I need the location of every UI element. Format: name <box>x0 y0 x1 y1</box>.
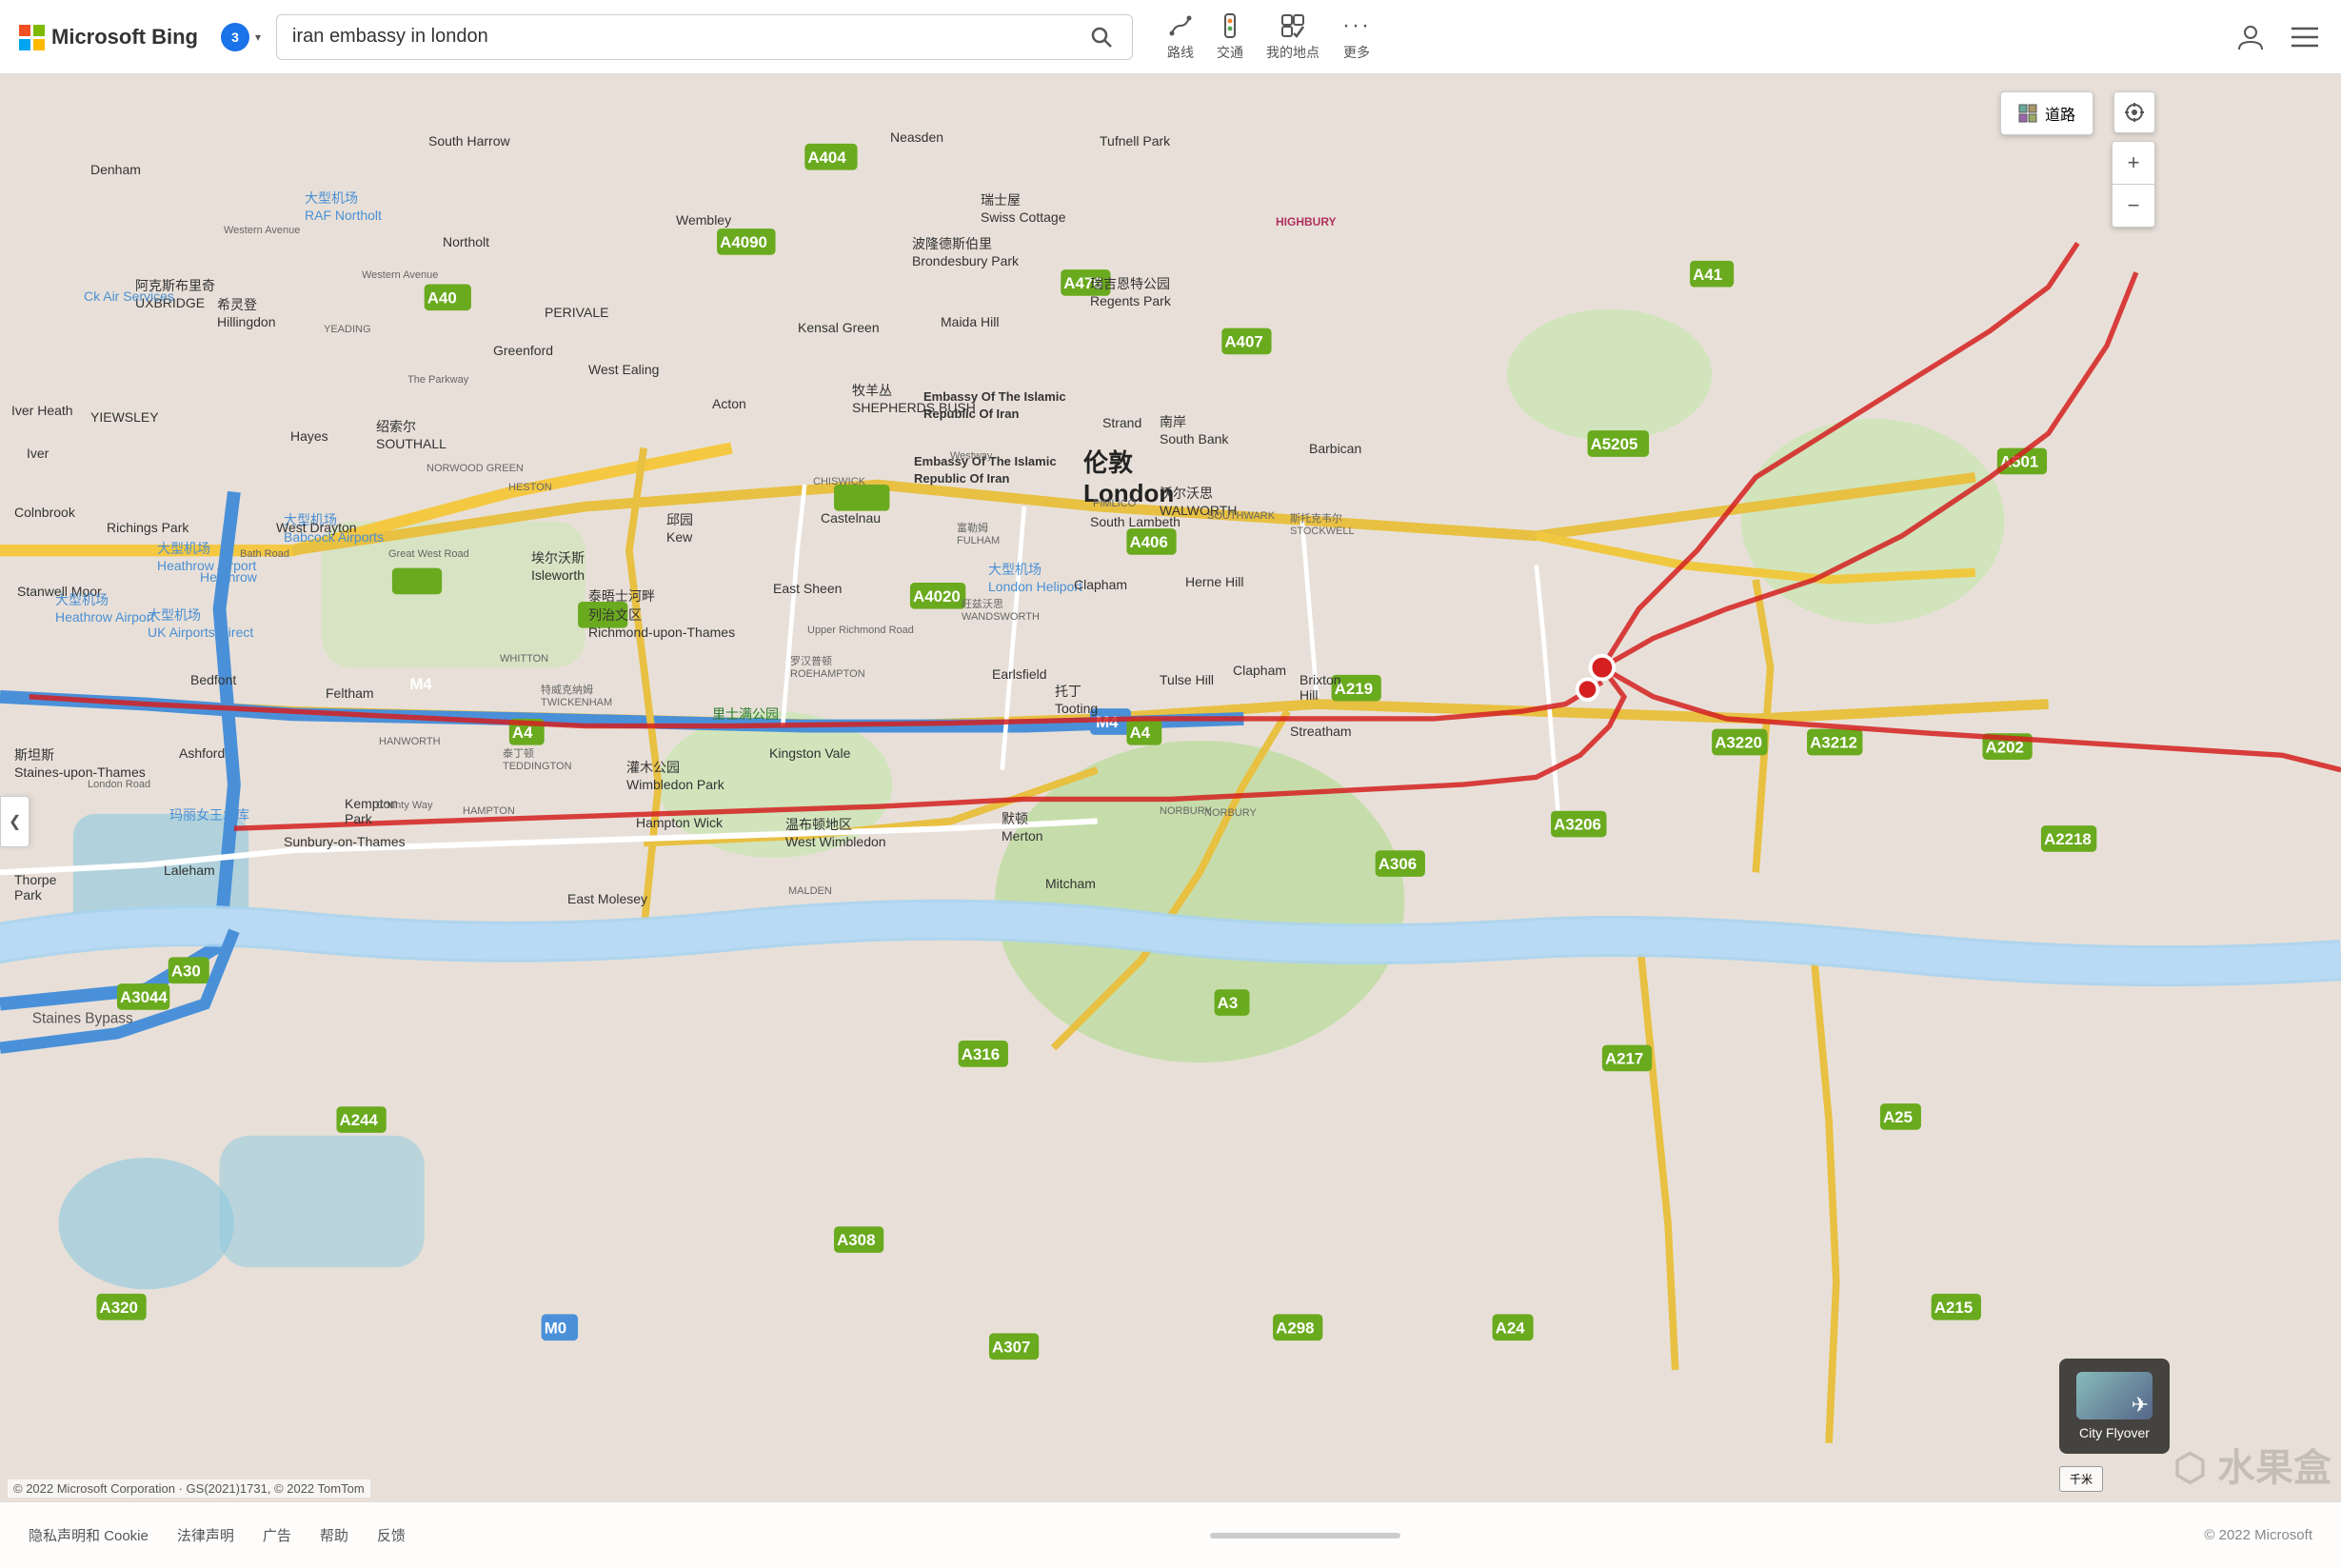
traffic-label: 交通 <box>1217 43 1243 62</box>
privacy-link[interactable]: 隐私声明和 Cookie <box>29 1525 149 1545</box>
map-type-label: 道路 <box>2045 102 2075 125</box>
svg-text:A3220: A3220 <box>1715 734 1762 752</box>
legal-link[interactable]: 法律声明 <box>177 1525 234 1545</box>
nav-routes[interactable]: 路线 <box>1167 12 1194 62</box>
svg-text:A5205: A5205 <box>1591 435 1638 453</box>
search-button[interactable] <box>1086 22 1117 52</box>
svg-text:A3212: A3212 <box>1810 734 1857 752</box>
svg-text:A24: A24 <box>1496 1319 1526 1337</box>
location-icon <box>2124 102 2145 123</box>
svg-text:A4090: A4090 <box>720 233 767 251</box>
myplaces-icon <box>1280 12 1306 39</box>
svg-text:A40: A40 <box>427 288 457 307</box>
svg-text:A308: A308 <box>837 1231 875 1249</box>
nav-traffic[interactable]: 交通 <box>1217 12 1243 62</box>
svg-text:A30: A30 <box>171 962 201 980</box>
svg-text:A215: A215 <box>1934 1299 1973 1317</box>
svg-text:A219: A219 <box>1335 680 1373 698</box>
svg-text:A476: A476 <box>1063 274 1101 292</box>
ads-link[interactable]: 广告 <box>263 1525 291 1545</box>
map-container[interactable]: M4 M25 M4 A404 A4090 <box>0 74 2341 1568</box>
svg-text:A3: A3 <box>1218 994 1239 1012</box>
svg-text:M0: M0 <box>545 1319 566 1337</box>
zoom-in-button[interactable]: + <box>2113 142 2154 184</box>
map-type-button[interactable]: 道路 <box>2000 91 2093 135</box>
bottom-links: 隐私声明和 Cookie 法律声明 广告 帮助 反馈 <box>29 1525 406 1545</box>
traffic-icon <box>1217 12 1243 39</box>
svg-text:A41: A41 <box>1693 266 1722 284</box>
bottom-center <box>406 1533 2204 1538</box>
search-input[interactable] <box>292 26 1077 48</box>
map-copyright: © 2022 Microsoft Corporation · GS(2021)1… <box>8 1479 370 1498</box>
myplaces-label: 我的地点 <box>1266 43 1319 62</box>
routes-icon <box>1167 12 1194 39</box>
bottom-bar: 隐私声明和 Cookie 法律声明 广告 帮助 反馈 © 2022 Micros… <box>0 1501 2341 1568</box>
user-button[interactable] <box>2232 19 2269 55</box>
feedback-link[interactable]: 反馈 <box>377 1525 406 1545</box>
help-link[interactable]: 帮助 <box>320 1525 348 1545</box>
city-flyover-button[interactable]: ✈ City Flyover <box>2059 1359 2170 1454</box>
svg-text:Staines Bypass: Staines Bypass <box>32 1011 133 1027</box>
svg-text:A25: A25 <box>1883 1108 1913 1126</box>
map-type-icon <box>2018 104 2037 123</box>
svg-text:A2218: A2218 <box>2044 830 2092 848</box>
bing-logo-text: Microsoft Bing <box>51 25 198 50</box>
svg-text:A406: A406 <box>1129 533 1167 551</box>
scale-indicator: 千米 <box>2059 1466 2103 1492</box>
header-right <box>2232 19 2322 55</box>
search-box <box>276 14 1133 60</box>
hamburger-icon <box>2291 27 2318 48</box>
svg-text:A3044: A3044 <box>120 988 168 1006</box>
svg-text:A307: A307 <box>992 1338 1030 1356</box>
svg-text:A306: A306 <box>1379 855 1417 873</box>
menu-button[interactable] <box>2288 23 2322 51</box>
more-dots-icon: ··· <box>1342 12 1371 39</box>
svg-text:A407: A407 <box>1224 333 1262 351</box>
svg-text:A4020: A4020 <box>913 587 961 605</box>
user-icon <box>2236 23 2265 51</box>
map-svg: M4 M25 M4 A404 A4090 <box>0 74 2341 1568</box>
svg-text:A404: A404 <box>807 149 846 167</box>
svg-text:M4: M4 <box>409 675 432 693</box>
svg-text:M4: M4 <box>1096 713 1119 731</box>
nav-myplaces[interactable]: 我的地点 <box>1266 12 1319 62</box>
svg-text:A244: A244 <box>340 1111 379 1129</box>
routes-label: 路线 <box>1167 43 1194 62</box>
zoom-out-button[interactable]: − <box>2113 185 2154 227</box>
location-button[interactable] <box>2113 91 2155 133</box>
svg-text:A298: A298 <box>1276 1319 1314 1337</box>
tab-arrow-icon[interactable]: ▾ <box>255 30 261 44</box>
bottom-copyright: © 2022 Microsoft <box>2204 1527 2312 1543</box>
header: Microsoft Bing 3 ▾ 路线 <box>0 0 2341 74</box>
svg-text:A4: A4 <box>1129 724 1150 742</box>
tab-indicator[interactable]: 3 ▾ <box>221 23 261 51</box>
scroll-indicator[interactable] <box>1210 1533 1400 1538</box>
zoom-controls: + − <box>2112 141 2155 228</box>
nav-items: 路线 交通 我的地点 ··· 更多 <box>1167 12 1371 62</box>
more-label: 更多 <box>1343 43 1370 62</box>
sidebar-collapse-button[interactable]: ❮ <box>0 796 30 847</box>
svg-text:A316: A316 <box>962 1045 1000 1063</box>
svg-text:A320: A320 <box>100 1299 138 1317</box>
svg-text:A217: A217 <box>1605 1050 1643 1068</box>
svg-text:A3206: A3206 <box>1554 816 1601 834</box>
city-flyover-label: City Flyover <box>2079 1425 2150 1440</box>
tab-count-badge[interactable]: 3 <box>221 23 249 51</box>
microsoft-logo: Microsoft Bing <box>19 25 198 50</box>
nav-more[interactable]: ··· 更多 <box>1342 12 1371 62</box>
svg-text:A4: A4 <box>512 724 533 742</box>
